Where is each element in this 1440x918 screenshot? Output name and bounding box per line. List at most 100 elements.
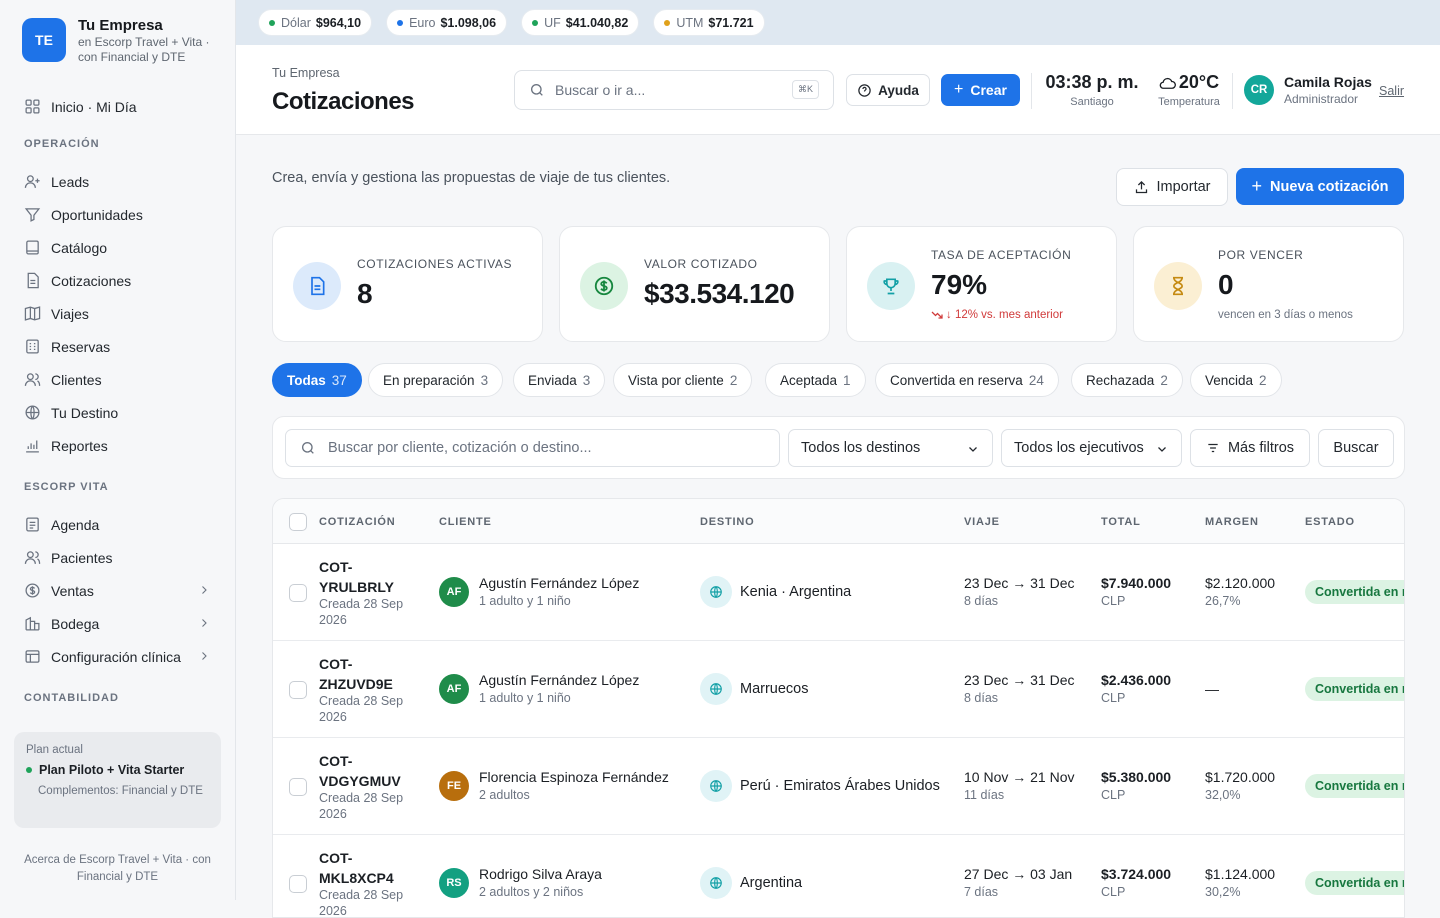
quote-margin: $1.720.000 — [1205, 769, 1276, 785]
import-button[interactable]: Importar — [1116, 168, 1228, 206]
column-header[interactable]: DESTINO — [700, 516, 755, 528]
quote-code[interactable]: COT-MKL8XCP4 — [319, 848, 419, 888]
help-label: Ayuda — [878, 82, 919, 98]
column-header[interactable]: ESTADO — [1305, 516, 1355, 528]
filters-bar: Buscar por cliente, cotización o destino… — [272, 416, 1405, 479]
client-pax: 2 adultos — [479, 788, 530, 802]
user-name: Camila Rojas — [1284, 74, 1372, 90]
quote-search-placeholder: Buscar por cliente, cotización o destino… — [328, 440, 592, 456]
quote-total: $3.724.000 — [1101, 866, 1172, 882]
column-header[interactable]: VIAJE — [964, 516, 1000, 528]
sidebar-item-reportes[interactable]: Reportes — [0, 429, 236, 462]
plan-card[interactable]: Plan actual Plan Piloto + Vita Starter C… — [14, 732, 221, 828]
sidebar-item-label: Configuración clínica — [51, 648, 181, 665]
column-header[interactable]: MARGEN — [1205, 516, 1259, 528]
quote-currency: CLP — [1101, 885, 1126, 899]
tab-count: 3 — [582, 372, 591, 388]
rate-label: UF — [544, 15, 561, 30]
row-checkbox[interactable] — [289, 584, 307, 602]
table-row[interactable]: COT-ZHZUVD9E Creada 28 Sep 2026 AF Agust… — [273, 641, 1404, 738]
sidebar-item-tu-destino[interactable]: Tu Destino — [0, 396, 236, 429]
help-button[interactable]: Ayuda — [846, 74, 930, 106]
clock: 03:38 p. m. Santiago — [1042, 72, 1142, 108]
tab-count: 1 — [843, 372, 851, 388]
sidebar-item-oportunidades[interactable]: Oportunidades — [0, 198, 236, 231]
client-name[interactable]: Agustín Fernández López — [479, 672, 639, 688]
destination-select[interactable]: Todos los destinos — [788, 429, 993, 467]
table-row[interactable]: COT-YRULBRLY Creada 28 Sep 2026 AF Agust… — [273, 544, 1404, 641]
table-row[interactable]: COT-MKL8XCP4 Creada 28 Sep 2026 RS Rodri… — [273, 835, 1404, 917]
client-name[interactable]: Rodrigo Silva Araya — [479, 866, 602, 882]
trip-dates: 10 Nov → 21 Nov — [964, 769, 1075, 785]
select-all-checkbox[interactable] — [289, 513, 307, 531]
tab-rechazada[interactable]: Rechazada 2 — [1071, 363, 1183, 397]
brand[interactable]: TE Tu Empresa en Escorp Travel + Vita · … — [22, 17, 218, 65]
tab-enviada[interactable]: Enviada 3 — [513, 363, 606, 397]
breadcrumb[interactable]: Tu Empresa — [272, 66, 340, 80]
tab-convertida-en-reserva[interactable]: Convertida en reserva 24 — [875, 363, 1059, 397]
stat-trend-text: ↓ 12% vs. mes anterior — [946, 309, 1063, 321]
sidebar-item-label: Bodega — [51, 615, 100, 632]
new-quote-button[interactable]: + Nueva cotización — [1236, 168, 1404, 205]
executive-select[interactable]: Todos los ejecutivos — [1001, 429, 1182, 467]
about-link[interactable]: Acerca de Escorp Travel + Vita · con Fin… — [14, 852, 221, 886]
globe-icon — [710, 780, 722, 792]
tab-vencida[interactable]: Vencida 2 — [1190, 363, 1282, 397]
client-name[interactable]: Florencia Espinoza Fernández — [479, 769, 669, 785]
table-row[interactable]: COT-VDGYGMUV Creada 28 Sep 2026 FE Flore… — [273, 738, 1404, 835]
logout-link[interactable]: Salir — [1379, 84, 1404, 98]
client-name[interactable]: Agustín Fernández López — [479, 575, 639, 591]
calendar-icon — [26, 517, 39, 532]
rate-label: UTM — [676, 15, 704, 30]
sidebar-item-viajes[interactable]: Viajes — [0, 297, 236, 330]
quote-search-input[interactable]: Buscar por cliente, cotización o destino… — [285, 429, 780, 467]
chevron-right-icon — [202, 619, 207, 627]
tab-label: Vista por cliente — [628, 372, 724, 388]
sidebar-item-reservas[interactable]: Reservas — [0, 330, 236, 363]
tab-en-preparacion[interactable]: En preparación 3 — [368, 363, 504, 397]
tab-vista-por-cliente[interactable]: Vista por cliente 2 — [613, 363, 753, 397]
sidebar-item-pacientes[interactable]: Pacientes — [0, 541, 236, 574]
trophy-icon — [883, 278, 899, 295]
destination-name: Perú · Emiratos Árabes Unidos — [740, 778, 940, 794]
sidebar-item-inicio[interactable]: Inicio · Mi Día — [0, 90, 236, 123]
row-checkbox[interactable] — [289, 778, 307, 796]
quote-code[interactable]: COT-ZHZUVD9E — [319, 654, 419, 694]
rate-value: $41.040,82 — [565, 15, 629, 30]
search-button[interactable]: Buscar — [1318, 429, 1394, 467]
quote-currency: CLP — [1101, 691, 1126, 705]
sidebar-item-catalogo[interactable]: Catálogo — [0, 231, 236, 264]
quote-code[interactable]: COT-VDGYGMUV — [319, 751, 419, 791]
client-pax: 2 adultos y 2 niños — [479, 885, 584, 899]
cloud-icon — [1159, 77, 1176, 89]
dollar-circle-icon — [25, 583, 40, 598]
tab-aceptada[interactable]: Aceptada 1 — [765, 363, 866, 397]
sliders-icon — [1208, 443, 1218, 453]
row-checkbox[interactable] — [289, 875, 307, 893]
sidebar-item-agenda[interactable]: Agenda — [0, 508, 236, 541]
user-menu[interactable]: CR Camila Rojas Administrador — [1244, 74, 1372, 106]
section-escorp-vita: ESCORP VITA — [24, 481, 109, 493]
create-button[interactable]: + Crear — [941, 74, 1020, 106]
stat-icon-wrap — [580, 262, 628, 310]
document-icon — [27, 272, 39, 289]
sidebar-item-clientes[interactable]: Clientes — [0, 363, 236, 396]
sidebar-item-leads[interactable]: Leads — [0, 165, 236, 198]
exchange-rates-bar: Dólar $964,10 Euro $1.098,06 UF $41.040,82 … — [236, 0, 1440, 45]
global-search-input[interactable]: Buscar o ir a... ⌘K — [514, 70, 834, 110]
rate-utm: UTM $71.721 — [653, 9, 765, 36]
column-header[interactable]: COTIZACIÓN — [319, 516, 395, 528]
chevron-right-icon — [202, 586, 207, 594]
row-checkbox[interactable] — [289, 681, 307, 699]
sidebar-item-ventas[interactable]: Ventas — [0, 574, 236, 607]
sidebar-item-bodega[interactable]: Bodega — [0, 607, 236, 640]
sidebar-item-configuracion-clinica[interactable]: Configuración clínica — [0, 640, 236, 673]
quote-code[interactable]: COT-YRULBRLY — [319, 557, 419, 597]
tab-todas[interactable]: Todas 37 — [272, 363, 362, 397]
column-header[interactable]: TOTAL — [1101, 516, 1141, 528]
sidebar-item-cotizaciones[interactable]: Cotizaciones — [0, 264, 236, 297]
more-filters-button[interactable]: Más filtros — [1190, 429, 1310, 467]
tab-label: Aceptada — [780, 372, 838, 388]
rate-label: Dólar — [281, 15, 311, 30]
column-header[interactable]: CLIENTE — [439, 516, 492, 528]
